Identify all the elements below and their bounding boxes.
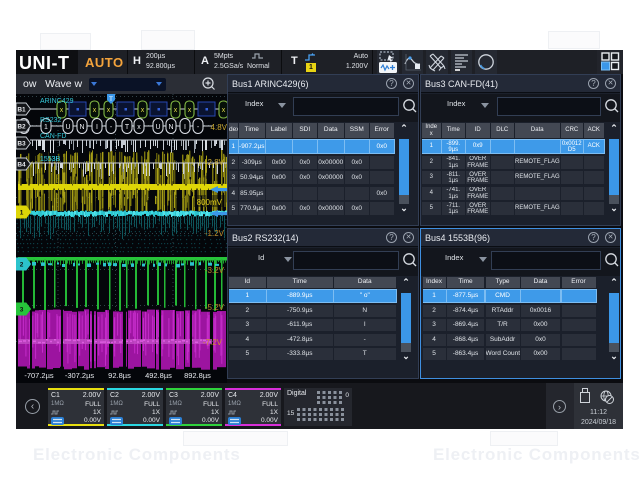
svg-text:1553B: 1553B: [40, 156, 61, 163]
svg-text:x: x: [174, 107, 178, 114]
svg-text:-2.8V: -2.8V: [205, 158, 225, 167]
svg-text:U: U: [65, 124, 70, 131]
svg-text:U: U: [155, 124, 160, 131]
svg-text:x: x: [93, 107, 97, 114]
svg-text:4.8V: 4.8V: [211, 123, 227, 132]
svg-text:x: x: [137, 124, 141, 131]
svg-text:2: 2: [20, 262, 24, 269]
svg-text:RS232: RS232: [40, 117, 62, 124]
svg-text:892.8µs: 892.8µs: [184, 371, 211, 380]
svg-text:x: x: [188, 107, 192, 114]
svg-text:x: x: [141, 107, 145, 114]
svg-text:800mV: 800mV: [197, 198, 223, 207]
svg-text:N: N: [168, 124, 173, 131]
svg-text:x: x: [60, 107, 64, 114]
svg-text:-5.2V: -5.2V: [205, 303, 225, 312]
svg-text:92.8µs: 92.8µs: [108, 371, 131, 380]
svg-text:T: T: [125, 124, 130, 131]
svg-text:-1.2V: -1.2V: [205, 229, 225, 238]
svg-text:-307.2µs: -307.2µs: [65, 371, 95, 380]
svg-text:3: 3: [20, 307, 24, 314]
svg-text:I: I: [96, 124, 98, 131]
svg-text:x: x: [222, 107, 226, 114]
svg-text:B2: B2: [17, 124, 26, 131]
svg-text:B4: B4: [17, 162, 26, 169]
svg-text:N: N: [79, 124, 84, 131]
svg-text:I: I: [184, 124, 186, 131]
svg-text:B3: B3: [17, 141, 26, 148]
svg-text:1: 1: [44, 124, 48, 131]
svg-text:492.8µs: 492.8µs: [145, 371, 172, 380]
svg-text:-707.2µs: -707.2µs: [24, 371, 54, 380]
svg-text:T: T: [109, 96, 113, 103]
svg-text:-3.2V: -3.2V: [205, 266, 225, 275]
svg-text:CAN-FD: CAN-FD: [40, 133, 66, 140]
svg-text:1: 1: [20, 210, 24, 217]
svg-text:B1: B1: [17, 107, 26, 114]
svg-text:x: x: [107, 107, 111, 114]
svg-text:-7.2V: -7.2V: [203, 338, 223, 347]
svg-text:ARINC429: ARINC429: [40, 98, 74, 105]
